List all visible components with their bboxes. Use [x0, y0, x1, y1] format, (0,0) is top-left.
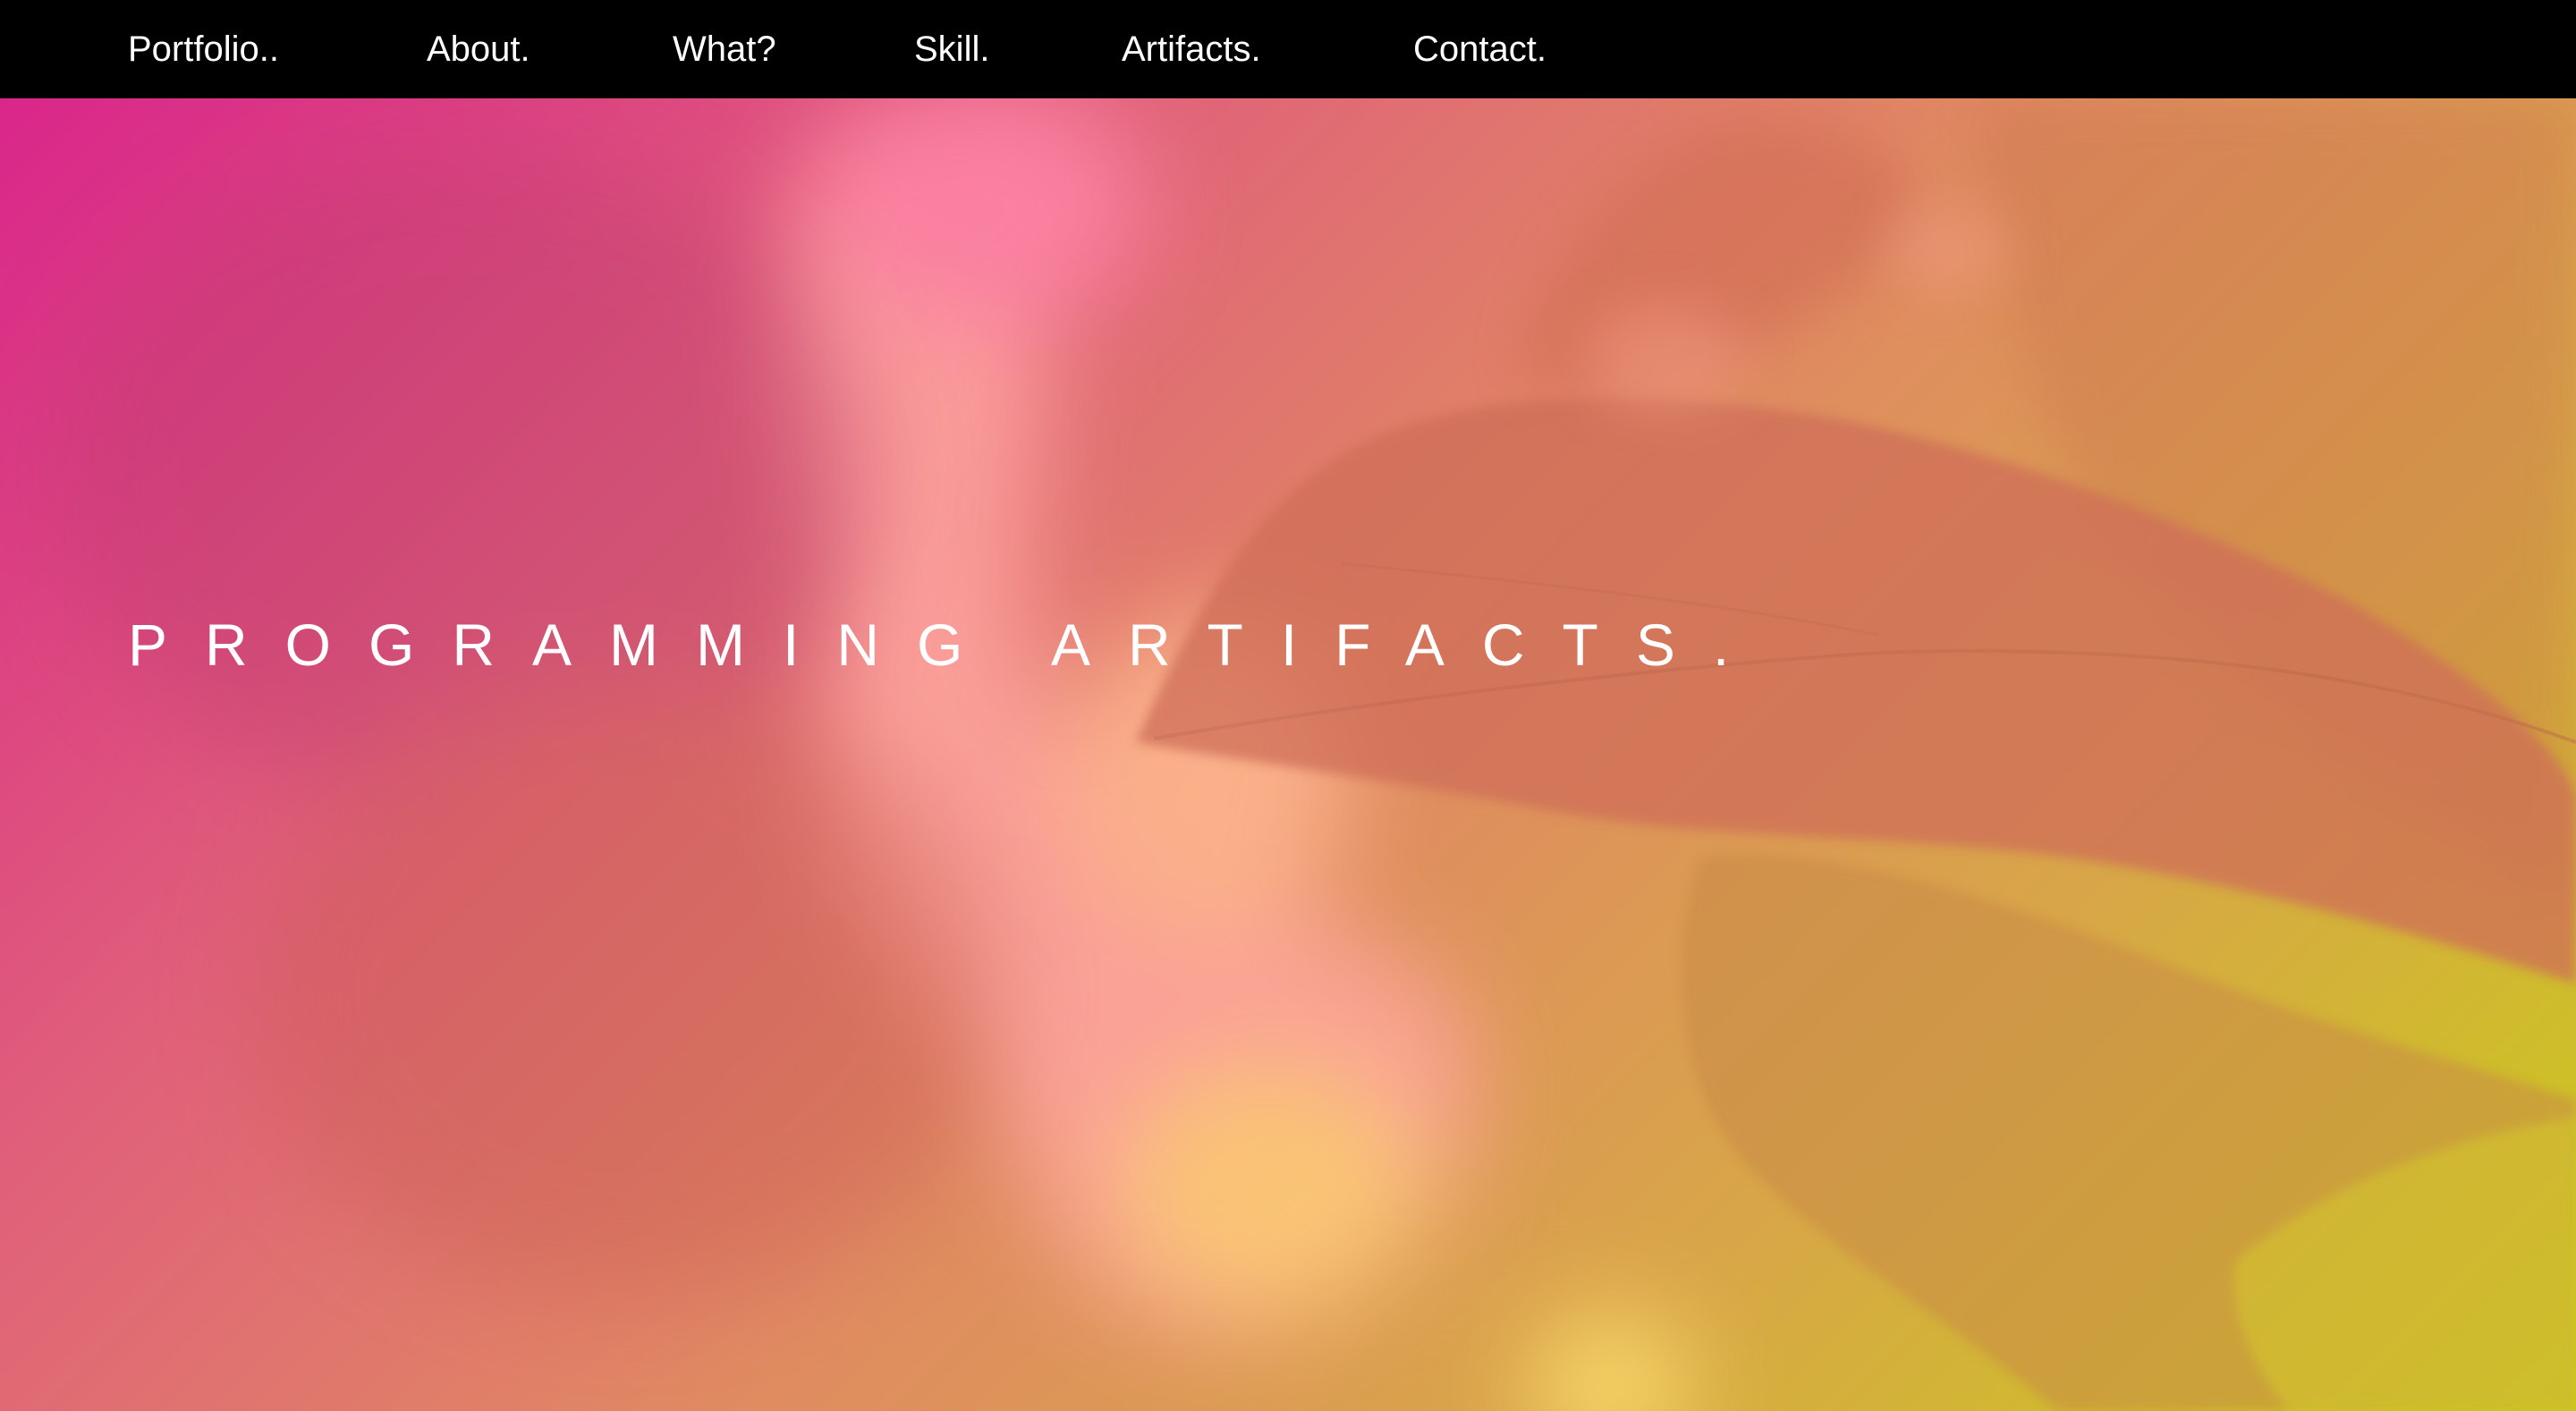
nav-item-skill[interactable]: Skill. [914, 0, 989, 98]
top-navigation-bar: Portfolio.. About. What? Skill. Artifact… [0, 0, 2576, 98]
nav-item-artifacts[interactable]: Artifacts. [1122, 0, 1261, 98]
nav-item-about[interactable]: About. [427, 0, 530, 98]
hero-section: PROGRAMMING ARTIFACTS. [0, 98, 2576, 1411]
nav-item-portfolio[interactable]: Portfolio.. [128, 0, 279, 98]
hero-headline: PROGRAMMING ARTIFACTS. [128, 612, 1767, 678]
hero-background-image [54, 98, 2576, 1411]
nav-item-what[interactable]: What? [673, 0, 776, 98]
page: Portfolio.. About. What? Skill. Artifact… [0, 0, 2576, 1411]
nav-item-contact[interactable]: Contact. [1413, 0, 1546, 98]
